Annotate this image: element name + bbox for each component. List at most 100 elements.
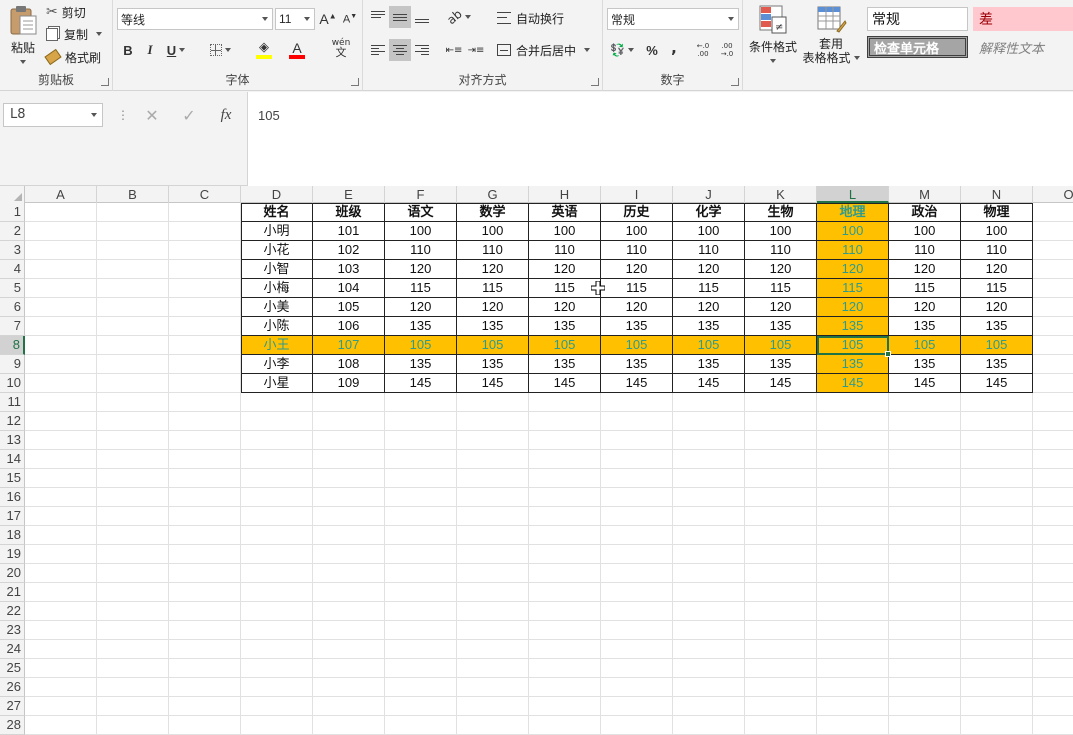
column-header-k[interactable]: K	[745, 186, 817, 203]
cell-f24[interactable]	[385, 640, 457, 659]
cell-f6[interactable]: 120	[385, 298, 457, 317]
cell-c19[interactable]	[169, 545, 241, 564]
cell-a4[interactable]	[25, 260, 97, 279]
underline-button[interactable]: U	[161, 39, 191, 61]
cell-o19[interactable]	[1033, 545, 1073, 564]
cell-e12[interactable]	[313, 412, 385, 431]
cell-c8[interactable]	[169, 336, 241, 355]
cell-g27[interactable]	[457, 697, 529, 716]
cell-m2[interactable]: 100	[889, 222, 961, 241]
cell-a17[interactable]	[25, 507, 97, 526]
bold-button[interactable]: B	[117, 39, 139, 61]
cell-k28[interactable]	[745, 716, 817, 735]
cell-g9[interactable]: 135	[457, 355, 529, 374]
cell-n15[interactable]	[961, 469, 1033, 488]
row-header-18[interactable]: 18	[0, 526, 25, 545]
cell-n10[interactable]: 145	[961, 374, 1033, 393]
cell-e17[interactable]	[313, 507, 385, 526]
cell-i10[interactable]: 145	[601, 374, 673, 393]
cell-k18[interactable]	[745, 526, 817, 545]
cell-f17[interactable]	[385, 507, 457, 526]
cell-d25[interactable]	[241, 659, 313, 678]
cell-g17[interactable]	[457, 507, 529, 526]
cell-c22[interactable]	[169, 602, 241, 621]
cell-g6[interactable]: 120	[457, 298, 529, 317]
cell-e15[interactable]	[313, 469, 385, 488]
cell-l2[interactable]: 100	[817, 222, 889, 241]
cell-b10[interactable]	[97, 374, 169, 393]
style-explanatory[interactable]: 解释性文本	[973, 36, 1073, 58]
cell-a22[interactable]	[25, 602, 97, 621]
cell-i28[interactable]	[601, 716, 673, 735]
cell-m7[interactable]: 135	[889, 317, 961, 336]
cell-g26[interactable]	[457, 678, 529, 697]
align-left-button[interactable]	[367, 39, 389, 61]
cell-j19[interactable]	[673, 545, 745, 564]
cell-o1[interactable]	[1033, 203, 1073, 222]
style-normal[interactable]: 常规	[867, 7, 968, 31]
cell-m19[interactable]	[889, 545, 961, 564]
cell-e13[interactable]	[313, 431, 385, 450]
cell-a24[interactable]	[25, 640, 97, 659]
cell-f10[interactable]: 145	[385, 374, 457, 393]
cell-a18[interactable]	[25, 526, 97, 545]
cell-i16[interactable]	[601, 488, 673, 507]
cell-j8[interactable]: 105	[673, 336, 745, 355]
cell-o2[interactable]	[1033, 222, 1073, 241]
cell-o3[interactable]	[1033, 241, 1073, 260]
cell-h14[interactable]	[529, 450, 601, 469]
cell-h26[interactable]	[529, 678, 601, 697]
cell-f14[interactable]	[385, 450, 457, 469]
cell-g21[interactable]	[457, 583, 529, 602]
cell-h17[interactable]	[529, 507, 601, 526]
cell-c17[interactable]	[169, 507, 241, 526]
merge-center-button[interactable]: 合并后居中	[497, 41, 591, 59]
cell-d13[interactable]	[241, 431, 313, 450]
cell-o28[interactable]	[1033, 716, 1073, 735]
cell-k22[interactable]	[745, 602, 817, 621]
number-format-select[interactable]: 常规	[607, 8, 739, 30]
formula-bar-splitter[interactable]: ⋮	[117, 108, 129, 122]
cell-k19[interactable]	[745, 545, 817, 564]
cell-l23[interactable]	[817, 621, 889, 640]
cell-a28[interactable]	[25, 716, 97, 735]
column-header-o[interactable]: O	[1033, 186, 1073, 203]
cell-g25[interactable]	[457, 659, 529, 678]
cell-n14[interactable]	[961, 450, 1033, 469]
cell-b15[interactable]	[97, 469, 169, 488]
cell-e20[interactable]	[313, 564, 385, 583]
cell-m4[interactable]: 120	[889, 260, 961, 279]
row-header-28[interactable]: 28	[0, 716, 25, 735]
cell-l28[interactable]	[817, 716, 889, 735]
cell-a2[interactable]	[25, 222, 97, 241]
cell-c6[interactable]	[169, 298, 241, 317]
cell-j6[interactable]: 120	[673, 298, 745, 317]
cell-a11[interactable]	[25, 393, 97, 412]
cell-d17[interactable]	[241, 507, 313, 526]
cell-e28[interactable]	[313, 716, 385, 735]
cell-f22[interactable]	[385, 602, 457, 621]
cell-i25[interactable]	[601, 659, 673, 678]
row-header-17[interactable]: 17	[0, 507, 25, 526]
cell-i17[interactable]	[601, 507, 673, 526]
cell-m17[interactable]	[889, 507, 961, 526]
cell-d7[interactable]: 小陈	[241, 317, 313, 336]
cell-k25[interactable]	[745, 659, 817, 678]
cell-i22[interactable]	[601, 602, 673, 621]
cell-e9[interactable]: 108	[313, 355, 385, 374]
cell-m14[interactable]	[889, 450, 961, 469]
cell-i2[interactable]: 100	[601, 222, 673, 241]
copy-button[interactable]: 复制	[46, 25, 103, 43]
cell-d4[interactable]: 小智	[241, 260, 313, 279]
cell-e16[interactable]	[313, 488, 385, 507]
cell-m1[interactable]: 政治	[889, 203, 961, 222]
cell-b24[interactable]	[97, 640, 169, 659]
row-header-3[interactable]: 3	[0, 241, 25, 260]
cell-o12[interactable]	[1033, 412, 1073, 431]
cell-h4[interactable]: 120	[529, 260, 601, 279]
cell-k10[interactable]: 145	[745, 374, 817, 393]
row-header-4[interactable]: 4	[0, 260, 25, 279]
cell-c9[interactable]	[169, 355, 241, 374]
cell-e1[interactable]: 班级	[313, 203, 385, 222]
row-header-14[interactable]: 14	[0, 450, 25, 469]
